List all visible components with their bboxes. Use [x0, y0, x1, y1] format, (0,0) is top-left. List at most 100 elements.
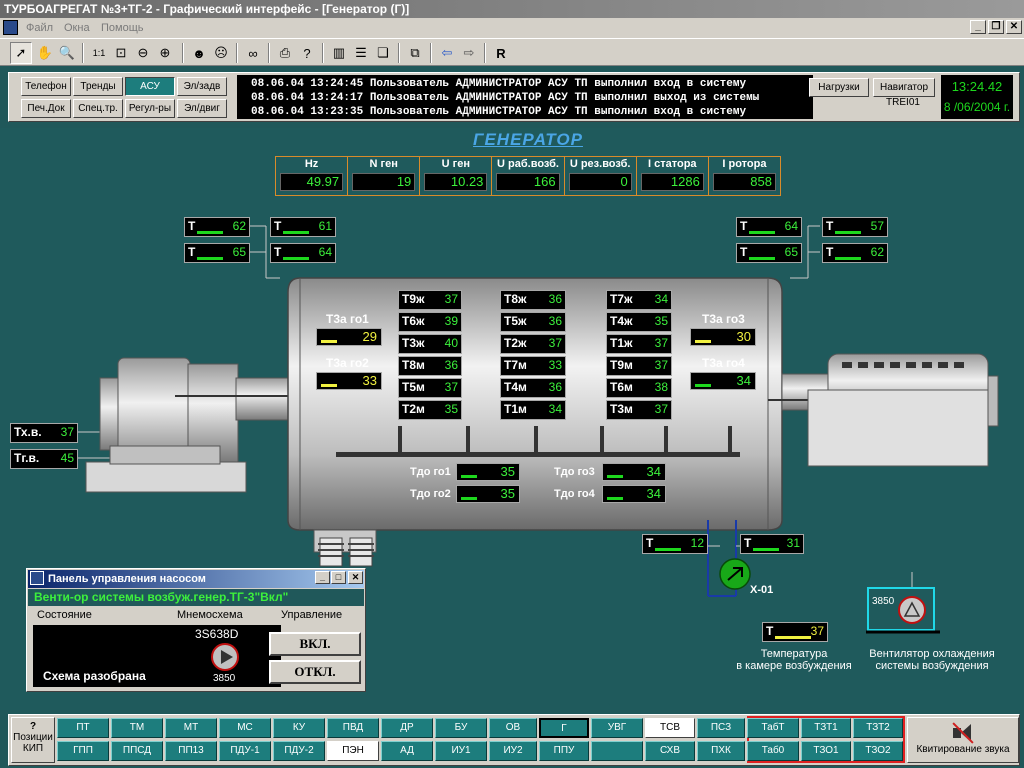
bottom-nav-button[interactable]: ИУ1 [435, 741, 487, 761]
zoom-fit-icon[interactable]: ⊡ [110, 42, 132, 64]
r-button[interactable]: R [490, 42, 512, 64]
stator-t5zh[interactable]: Т5ж 36 [500, 312, 566, 332]
stator-t8zh[interactable]: Т8ж 36 [500, 290, 566, 310]
bottom-nav-button[interactable]: ППУ [539, 741, 589, 761]
stator-t4zh[interactable]: Т4ж 35 [606, 312, 672, 332]
stator-t9zh[interactable]: Т9ж 37 [398, 290, 462, 310]
stator-t6m[interactable]: Т6м 38 [606, 378, 672, 398]
stator-t1m[interactable]: Т1м 34 [500, 400, 566, 420]
close-icon[interactable]: ✕ [1006, 20, 1022, 34]
menu-file[interactable]: Файл [26, 18, 53, 38]
user-logout-icon[interactable]: ☹ [210, 42, 232, 64]
forward-arrow-icon[interactable]: ⇨ [458, 42, 480, 64]
temp-cold-air[interactable]: Тх.в. 37 [10, 423, 78, 443]
stator-t1zh[interactable]: Т1ж 37 [606, 334, 672, 354]
bottom-nav-button[interactable]: ТМ [111, 718, 163, 738]
nav-pech-dok-button[interactable]: Печ.Док [21, 99, 71, 118]
bottom-nav-button[interactable]: ТЗТ1 [801, 718, 851, 738]
nav-regul-button[interactable]: Регул-ры [125, 99, 175, 118]
bottom-nav-button[interactable]: ОВ [489, 718, 537, 738]
bottom-nav-button[interactable]: МС [219, 718, 271, 738]
bottom-nav-button[interactable]: ПЭН [327, 741, 379, 761]
nagruzki-button[interactable]: Нагрузки [809, 78, 869, 97]
hand-icon[interactable]: ✋ [34, 42, 56, 64]
temp-left-3[interactable]: Т 65 [184, 243, 250, 263]
bottom-nav-button[interactable]: УВГ [591, 718, 643, 738]
minimize-icon[interactable]: _ [970, 20, 986, 34]
bottom-nav-button[interactable]: ПП13 [165, 741, 217, 761]
temp-left-2[interactable]: Т 61 [270, 217, 336, 237]
bottom-nav-button[interactable]: ТЗО1 [801, 741, 851, 761]
temp-chamber[interactable]: Т 37 [762, 622, 828, 642]
pump-off-button[interactable]: ОТКЛ. [269, 660, 361, 684]
menu-help[interactable]: Помощь [101, 18, 144, 38]
bottom-nav-button[interactable]: ИУ2 [489, 741, 537, 761]
close-icon[interactable]: ✕ [348, 571, 363, 584]
bottom-nav-button[interactable]: ПДУ-1 [219, 741, 271, 761]
nav-el-dvig-button[interactable]: Эл/двиг [177, 99, 227, 118]
temp-water-in[interactable]: Т 12 [642, 534, 708, 554]
user-login-icon[interactable]: ☻ [188, 42, 210, 64]
nav-spec-tr-button[interactable]: Спец.тр. [73, 99, 123, 118]
nav-asu-button[interactable]: АСУ [125, 77, 175, 96]
bottom-nav-button[interactable]: ПТ [57, 718, 109, 738]
stator-t7zh[interactable]: Т7ж 34 [606, 290, 672, 310]
pointer-icon[interactable]: ➚ [10, 42, 32, 64]
layout-columns-icon[interactable]: ▥ [328, 42, 350, 64]
acknowledge-sound-button[interactable]: Квитирование звука [907, 717, 1019, 763]
tdo-1-value[interactable]: 35 [456, 463, 520, 481]
windows-icon[interactable]: ⧉ [404, 42, 426, 64]
bottom-nav-button[interactable]: ГПП [57, 741, 109, 761]
restore-icon[interactable]: ❐ [988, 20, 1004, 34]
cooler-4-value[interactable]: 34 [690, 372, 756, 390]
bottom-nav-button[interactable]: БУ [435, 718, 487, 738]
navigator-button[interactable]: Навигатор [873, 78, 935, 97]
bottom-nav-button[interactable]: АД [381, 741, 433, 761]
cooler-3-value[interactable]: 30 [690, 328, 756, 346]
bottom-nav-button[interactable]: ТЗО2 [853, 741, 903, 761]
bottom-nav-button[interactable]: ПДУ-2 [273, 741, 325, 761]
temp-hot-air[interactable]: Тг.в. 45 [10, 449, 78, 469]
bottom-nav-button[interactable]: Г [539, 718, 589, 738]
print-icon[interactable]: ⎙ [274, 42, 296, 64]
pump-play-icon[interactable] [211, 643, 239, 671]
app-icon[interactable] [3, 20, 18, 35]
stator-t3m[interactable]: Т3м 37 [606, 400, 672, 420]
bottom-nav-button[interactable]: ТабТ [747, 718, 799, 738]
bottom-nav-button[interactable]: ТЗТ2 [853, 718, 903, 738]
bottom-nav-button[interactable]: Таб0 [747, 741, 799, 761]
zoom-in-icon[interactable]: ⊕ [154, 42, 176, 64]
cascade-icon[interactable]: ❏ [372, 42, 394, 64]
cooler-pump-symbol[interactable] [718, 558, 752, 592]
bottom-nav-button[interactable]: ППСД [111, 741, 163, 761]
temp-right-1[interactable]: Т 64 [736, 217, 802, 237]
binoculars-icon[interactable]: ∞ [242, 42, 264, 64]
temp-right-3[interactable]: Т 65 [736, 243, 802, 263]
fan-symbol[interactable] [868, 588, 934, 630]
minimize-icon[interactable]: _ [315, 571, 330, 584]
stator-t8m[interactable]: Т8м 36 [398, 356, 462, 376]
scale-1-1-icon[interactable]: 1:1 [88, 42, 110, 64]
nav-telefon-button[interactable]: Телефон [21, 77, 71, 96]
bottom-nav-button[interactable]: МТ [165, 718, 217, 738]
bottom-nav-button[interactable]: ТСВ [645, 718, 695, 738]
cooler-2-value[interactable]: 33 [316, 372, 382, 390]
temp-right-4[interactable]: Т 62 [822, 243, 888, 263]
zoom-icon[interactable]: 🔍 [56, 42, 78, 64]
pump-on-button[interactable]: ВКЛ. [269, 632, 361, 656]
cooler-1-value[interactable]: 29 [316, 328, 382, 346]
bottom-nav-button[interactable]: ДР [381, 718, 433, 738]
bottom-nav-button[interactable]: ПХК [697, 741, 745, 761]
stator-t6zh[interactable]: Т6ж 39 [398, 312, 462, 332]
bottom-nav-button[interactable]: ПСЗ [697, 718, 745, 738]
positions-kip-button[interactable]: ? Позиции КИП [11, 717, 55, 763]
stator-t5m[interactable]: Т5м 37 [398, 378, 462, 398]
zoom-out-icon[interactable]: ⊖ [132, 42, 154, 64]
layout-rows-icon[interactable]: ☰ [350, 42, 372, 64]
tdo-4-value[interactable]: 34 [602, 485, 666, 503]
temp-right-2[interactable]: Т 57 [822, 217, 888, 237]
stator-t3zh[interactable]: Т3ж 40 [398, 334, 462, 354]
maximize-icon[interactable]: □ [331, 571, 346, 584]
stator-t2m[interactable]: Т2м 35 [398, 400, 462, 420]
help-icon[interactable]: ? [296, 42, 318, 64]
